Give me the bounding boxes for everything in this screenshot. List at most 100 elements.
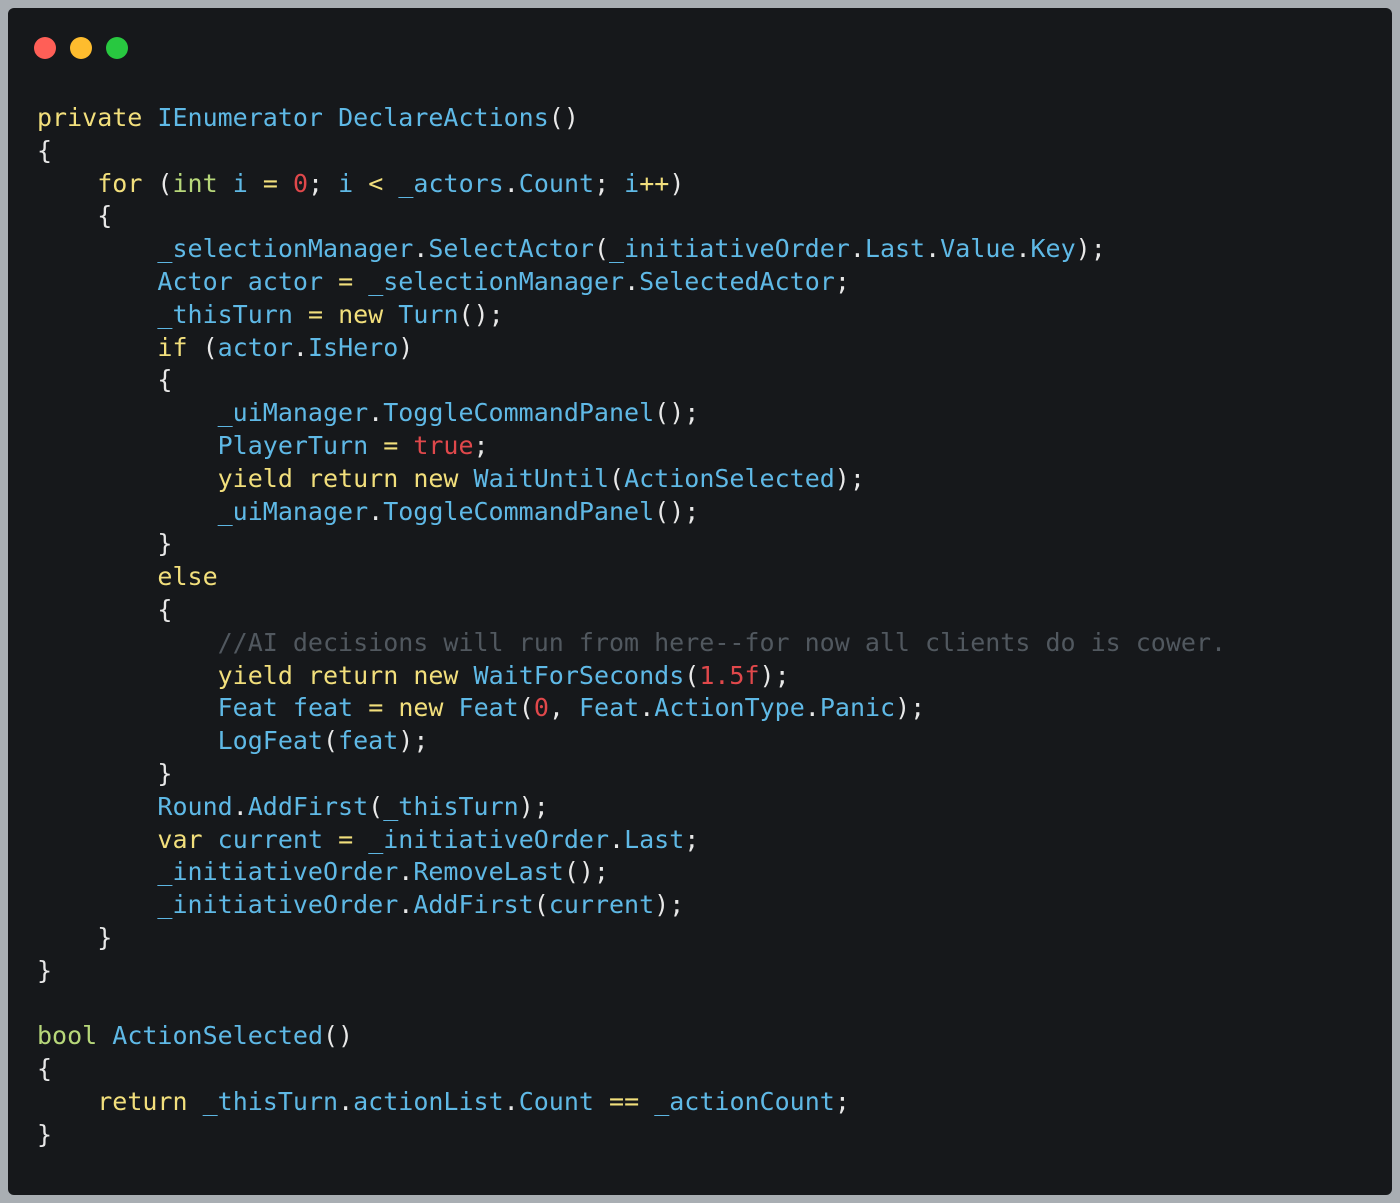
code-token: . — [413, 234, 429, 264]
code-token: ToggleCommandPanel — [383, 398, 655, 428]
code-token: { — [37, 1054, 53, 1084]
code-token: return — [97, 1086, 188, 1116]
code-token: ( — [609, 463, 625, 493]
code-line: var current = _initiativeOrder.Last; — [37, 824, 1226, 857]
code-token: ; — [594, 168, 625, 198]
code-token: bool — [37, 1021, 98, 1051]
code-token: return — [307, 463, 399, 493]
code-token: ) — [398, 332, 414, 362]
code-token: . — [624, 266, 640, 296]
code-token: actor — [247, 266, 324, 296]
code-line: { — [37, 135, 1226, 168]
code-line: } — [37, 955, 1226, 988]
code-token: Value — [940, 234, 1016, 264]
code-token: Key — [1030, 234, 1076, 264]
code-token: . — [368, 496, 384, 526]
code-line: } — [37, 1119, 1226, 1152]
code-token: = — [368, 693, 384, 723]
code-token: private — [37, 103, 143, 132]
code-token: current — [217, 824, 323, 854]
code-token: feat — [338, 726, 399, 756]
code-line: if (actor.IsHero) — [37, 332, 1226, 365]
code-line: _initiativeOrder.AddFirst(current); — [37, 889, 1226, 922]
code-line: _selectionManager.SelectActor(_initiativ… — [37, 233, 1226, 266]
code-token: _initiativeOrder — [157, 890, 399, 920]
code-token: _selectionManager — [157, 234, 414, 264]
code-token: ActionSelected — [112, 1021, 323, 1051]
code-token: Round — [157, 791, 233, 821]
code-line: _uiManager.ToggleCommandPanel(); — [37, 397, 1226, 430]
code-token: Turn — [398, 299, 459, 329]
code-token: var — [157, 824, 203, 854]
code-token: . — [232, 791, 248, 821]
code-token: ( — [518, 693, 534, 723]
code-token: } — [37, 1119, 53, 1149]
code-token: new — [413, 463, 459, 493]
minimize-dot-icon[interactable] — [70, 37, 92, 59]
code-token: { — [37, 365, 173, 395]
maximize-dot-icon[interactable] — [106, 37, 128, 59]
code-token: ActionSelected — [624, 463, 835, 493]
code-token: i — [338, 168, 354, 198]
code-token: Actor — [157, 266, 233, 296]
code-token: () — [548, 103, 579, 132]
code-token: ; — [473, 430, 489, 460]
code-token: _uiManager — [217, 398, 369, 428]
code-token: Feat — [578, 693, 640, 723]
code-token: { — [37, 594, 173, 624]
code-token: . — [292, 332, 308, 362]
code-token: actor — [217, 332, 293, 362]
code-line: { — [37, 594, 1226, 627]
code-line: yield return new WaitForSeconds(1.5f); — [37, 660, 1226, 693]
code-block: private IEnumerator DeclareActions(){ fo… — [37, 102, 1226, 1152]
code-line: Feat feat = new Feat(0, Feat.ActionType.… — [37, 692, 1226, 725]
code-line: { — [37, 364, 1226, 397]
code-token: . — [1015, 234, 1031, 264]
code-token: < — [368, 168, 384, 198]
code-token: { — [37, 201, 113, 231]
code-token: new — [398, 693, 444, 723]
code-token: ++ — [639, 168, 670, 198]
code-line: Actor actor = _selectionManager.Selected… — [37, 266, 1226, 299]
code-token: if — [157, 332, 188, 362]
code-token: = — [338, 266, 354, 296]
close-dot-icon[interactable] — [34, 37, 56, 59]
code-token: = — [383, 430, 399, 460]
code-token: _initiativeOrder — [157, 857, 399, 887]
code-token: Feat — [217, 693, 278, 723]
code-token: ; — [308, 168, 339, 198]
code-token: i — [624, 168, 640, 198]
code-token: //AI decisions will run from here--for n… — [217, 627, 1227, 657]
code-token: . — [503, 168, 519, 198]
code-token: PlayerTurn — [217, 430, 369, 460]
code-token: AddFirst — [413, 890, 534, 920]
code-token: LogFeat — [217, 726, 323, 756]
code-line: _thisTurn = new Turn(); — [37, 299, 1226, 332]
code-token: ; — [834, 266, 850, 296]
